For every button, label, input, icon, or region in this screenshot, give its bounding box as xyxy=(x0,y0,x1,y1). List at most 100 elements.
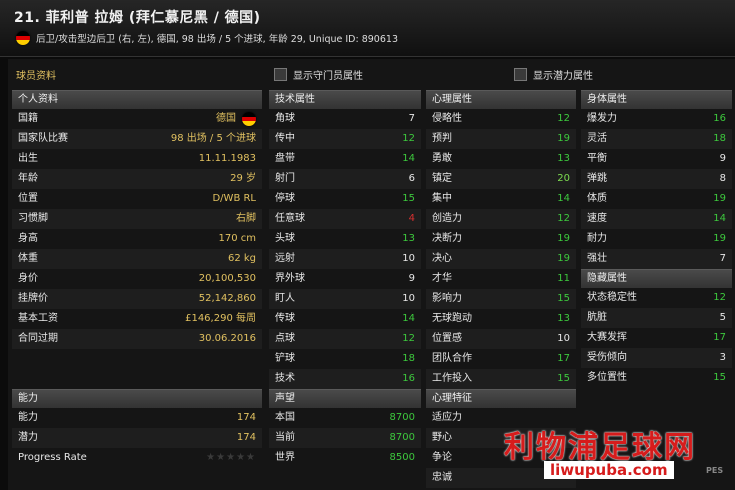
technical-label: 盯人 xyxy=(275,293,295,304)
mental-row: 团队合作 17 xyxy=(426,349,576,369)
personal-label: 习惯脚 xyxy=(18,213,48,224)
personal-row: 体重 62 kg xyxy=(12,249,262,269)
mental-value: 11 xyxy=(557,273,570,284)
traits-label: 忠诚 xyxy=(432,472,452,483)
hidden-header: 隐藏属性 xyxy=(581,269,732,288)
technical-value: 13 xyxy=(402,233,415,244)
hidden-row: 受伤倾向 3 xyxy=(581,348,732,368)
traits-label: 适应力 xyxy=(432,412,462,423)
technical-row: 角球 7 xyxy=(269,109,421,129)
technical-label: 技术 xyxy=(275,373,295,384)
technical-row: 铲球 18 xyxy=(269,349,421,369)
personal-value: 右脚 xyxy=(236,213,256,224)
mental-label: 才华 xyxy=(432,273,452,284)
germany-flag-icon xyxy=(16,31,30,45)
ability-header: 能力 xyxy=(12,389,262,408)
mental-label: 决心 xyxy=(432,253,452,264)
hidden-value: 5 xyxy=(719,312,726,323)
physical-row: 平衡 9 xyxy=(581,149,732,169)
technical-value: 12 xyxy=(402,333,415,344)
mental-value: 15 xyxy=(557,293,570,304)
physical-row: 体质 19 xyxy=(581,189,732,209)
hidden-label: 多位置性 xyxy=(587,372,627,383)
ability-value: 174 xyxy=(236,432,256,443)
technical-value: 7 xyxy=(408,113,415,124)
personal-row: 习惯脚 右脚 xyxy=(12,209,262,229)
physical-value: 16 xyxy=(713,113,726,124)
player-subline: 后卫/攻击型边后卫 (右, 左), 德国, 98 出场 / 5 个进球, 年龄 … xyxy=(16,31,398,45)
physical-value: 9 xyxy=(719,153,726,164)
technical-row: 任意球 4 xyxy=(269,209,421,229)
reputation-label: 当前 xyxy=(275,432,295,443)
personal-value: 62 kg xyxy=(227,253,256,264)
watermark-logo: 利物浦足球网 liwupuba.com xyxy=(498,420,735,490)
hidden-row: 肮脏 5 xyxy=(581,308,732,328)
physical-row: 强壮 7 xyxy=(581,249,732,269)
technical-attributes-section: 技术属性 角球 7 传中 12 盘带 14 射门 6 停球 15 任意球 4 头球 13 远射 10 界外球 9 盯… xyxy=(269,90,421,389)
physical-row: 弹跳 8 xyxy=(581,169,732,189)
checkbox-icon[interactable] xyxy=(274,68,287,81)
reputation-value: 8700 xyxy=(389,432,415,443)
personal-row: 合同过期 30.06.2016 xyxy=(12,329,262,349)
mental-label: 位置感 xyxy=(432,333,462,344)
personal-value: £146,290 每周 xyxy=(185,313,256,324)
reputation-row: 当前 8700 xyxy=(269,428,421,448)
physical-label: 速度 xyxy=(587,213,607,224)
physical-label: 强壮 xyxy=(587,253,607,264)
mental-label: 创造力 xyxy=(432,213,462,224)
personal-row: 国家队比赛 98 出场 / 5 个进球 xyxy=(12,129,262,149)
physical-label: 灵活 xyxy=(587,133,607,144)
reputation-row: 世界 8500 xyxy=(269,448,421,468)
technical-row: 界外球 9 xyxy=(269,269,421,289)
hidden-value: 3 xyxy=(719,352,726,363)
personal-row: 出生 11.11.1983 xyxy=(12,149,262,169)
ability-label: 能力 xyxy=(18,412,38,423)
mental-label: 预判 xyxy=(432,133,452,144)
personal-label: 国家队比赛 xyxy=(18,133,68,144)
checkbox-icon[interactable] xyxy=(514,68,527,81)
show-potential-label: 显示潜力属性 xyxy=(533,71,593,82)
personal-header: 个人资料 xyxy=(12,90,262,109)
physical-value: 14 xyxy=(713,213,726,224)
mental-label: 工作投入 xyxy=(432,373,472,384)
physical-value: 8 xyxy=(719,173,726,184)
personal-row: 位置 D/WB RL xyxy=(12,189,262,209)
mental-row: 决心 19 xyxy=(426,249,576,269)
reputation-row: 本国 8700 xyxy=(269,408,421,428)
mental-label: 侵略性 xyxy=(432,113,462,124)
section-label: 球员资料 xyxy=(16,71,56,82)
mental-value: 14 xyxy=(557,193,570,204)
physical-row: 速度 14 xyxy=(581,209,732,229)
reputation-value: 8700 xyxy=(389,412,415,423)
mental-row: 工作投入 15 xyxy=(426,369,576,389)
personal-row: 身价 20,100,530 xyxy=(12,269,262,289)
physical-row: 耐力 19 xyxy=(581,229,732,249)
ability-row: 能力 174 xyxy=(12,408,262,428)
personal-label: 体重 xyxy=(18,253,38,264)
show-potential-attributes-toggle[interactable]: 显示潜力属性 xyxy=(514,67,593,82)
ability-row: Progress Rate ★★★★★ xyxy=(12,448,262,468)
technical-label: 传球 xyxy=(275,313,295,324)
mental-row: 侵略性 12 xyxy=(426,109,576,129)
mental-row: 位置感 10 xyxy=(426,329,576,349)
mental-value: 19 xyxy=(557,133,570,144)
mental-label: 勇敢 xyxy=(432,153,452,164)
hidden-row: 多位置性 15 xyxy=(581,368,732,388)
mental-label: 决断力 xyxy=(432,233,462,244)
technical-row: 停球 15 xyxy=(269,189,421,209)
technical-label: 头球 xyxy=(275,233,295,244)
watermark-en: liwupuba.com xyxy=(544,461,674,479)
technical-row: 远射 10 xyxy=(269,249,421,269)
personal-label: 年龄 xyxy=(18,173,38,184)
ability-value: 174 xyxy=(236,412,256,423)
traits-label: 争论 xyxy=(432,452,452,463)
personal-row: 年龄 29 岁 xyxy=(12,169,262,189)
ability-value: ★★★★★ xyxy=(206,452,256,463)
physical-value: 19 xyxy=(713,193,726,204)
ability-row: 潜力 174 xyxy=(12,428,262,448)
player-summary: 后卫/攻击型边后卫 (右, 左), 德国, 98 出场 / 5 个进球, 年龄 … xyxy=(36,34,398,45)
physical-label: 弹跳 xyxy=(587,173,607,184)
personal-value: 20,100,530 xyxy=(198,273,256,284)
mental-value: 19 xyxy=(557,233,570,244)
show-gk-attributes-toggle[interactable]: 显示守门员属性 xyxy=(274,67,363,82)
